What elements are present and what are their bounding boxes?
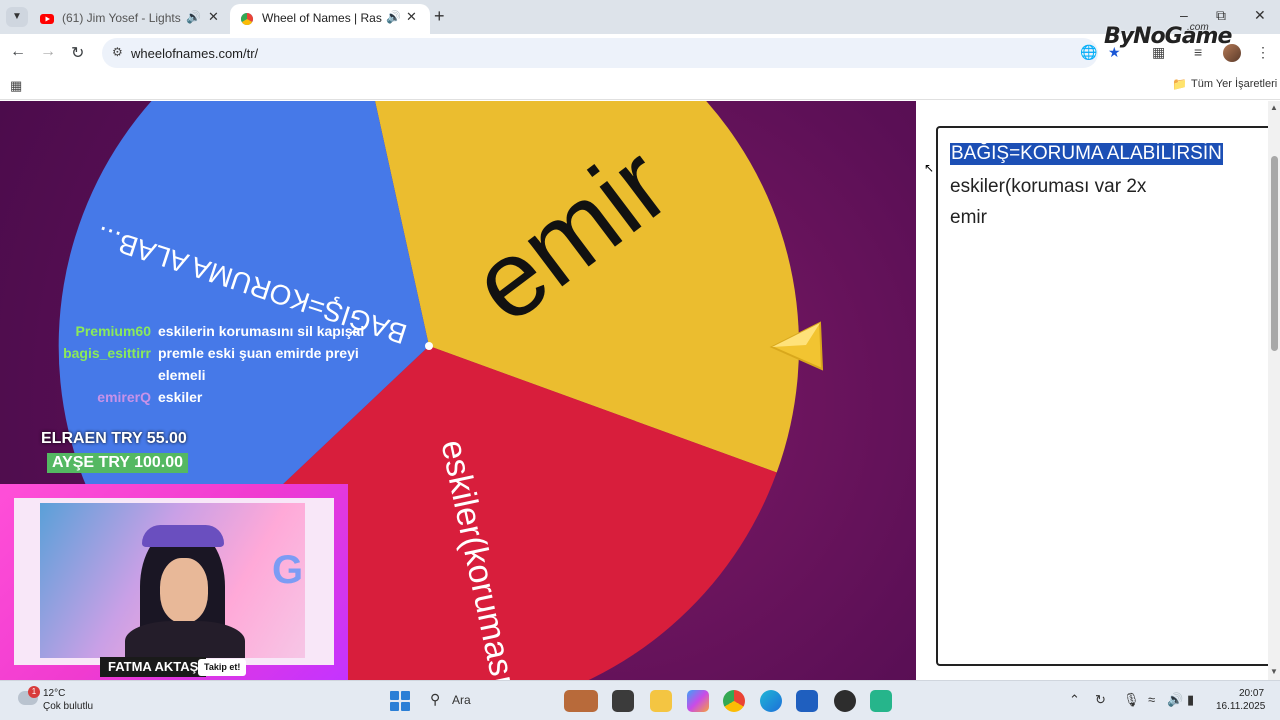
weather-badge: 1 [28, 686, 40, 698]
chat-overlay: Premium60 eskilerin korumasını sil kapış… [0, 323, 380, 411]
tab-wheel-of-names[interactable]: Wheel of Names | Rastgele 🔊 ✕ [230, 4, 430, 34]
chat-message: elemeli [0, 367, 380, 389]
forward-button[interactable]: → [40, 43, 56, 61]
webcam-inner: G [14, 498, 334, 665]
chat-text: eskilerin korumasını sil kapışal [158, 323, 365, 339]
address-bar[interactable]: ⚙ wheelofnames.com/tr/ [102, 38, 1098, 68]
reload-button[interactable]: ↻ [71, 43, 84, 63]
start-logo-tile [401, 691, 410, 700]
streamer-body [125, 621, 245, 658]
url-text: wheelofnames.com/tr/ [131, 46, 259, 61]
wheel-of-names-icon [240, 12, 254, 26]
file-explorer-icon[interactable] [650, 690, 672, 712]
youtube-icon [40, 14, 54, 24]
start-logo-tile [390, 691, 399, 700]
chat-message: Premium60 eskilerin korumasını sil kapış… [0, 323, 380, 345]
tray-overflow-icon[interactable]: ⌃ [1069, 692, 1080, 708]
tab-close-button[interactable]: ✕ [406, 9, 417, 25]
minimize-button[interactable]: – [1180, 7, 1188, 23]
tab-title: Wheel of Names | Rastgele [262, 11, 382, 25]
taskbar-search[interactable]: Ara [452, 693, 471, 707]
start-logo-tile [390, 702, 399, 711]
clock-time[interactable]: 20:07 [1239, 688, 1264, 699]
back-button[interactable]: ← [10, 43, 26, 61]
close-window-button[interactable]: ✕ [1254, 7, 1266, 24]
battery-icon[interactable]: ▮ [1187, 692, 1194, 708]
scrollbar-thumb[interactable] [1271, 156, 1278, 351]
streamer-face [160, 558, 208, 623]
wheel-stage: emir eskiler(koruması BAĞIŞ=KORUMA ALAB.… [0, 101, 916, 680]
taskbar-app-widget[interactable] [564, 690, 598, 712]
weather-description[interactable]: Çok bulutlu [43, 701, 93, 712]
chat-username: emirerQ [97, 389, 151, 405]
start-logo-tile [401, 702, 410, 711]
webcam-frame: G FATMA AKTAŞ Takip et! [0, 484, 348, 680]
tab-close-button[interactable]: ✕ [208, 9, 219, 25]
audio-playing-icon[interactable]: 🔊 [386, 10, 401, 24]
bynogame-logo: ByNoGame [1104, 24, 1232, 49]
wifi-icon[interactable]: ≈ [1148, 692, 1155, 707]
webcam-background-letter: G [272, 548, 304, 592]
mouse-cursor-icon: ↖ [924, 161, 935, 175]
weather-temperature[interactable]: 12°C [43, 688, 65, 699]
chat-text: premle eski şuan emirde preyi [158, 345, 359, 361]
folder-icon: 📁 [1172, 77, 1187, 91]
chat-text: eskiler [158, 389, 203, 405]
edge-icon[interactable] [760, 690, 782, 712]
names-textarea[interactable]: BAĞIŞ=KORUMA ALABİLİRSİN eskiler(korumas… [936, 126, 1272, 666]
restore-button[interactable]: ⧉ [1216, 7, 1226, 24]
donation-alert-highlight: AYŞE TRY 100.00 [47, 453, 189, 473]
store-icon[interactable] [796, 690, 818, 712]
page-scrollbar[interactable]: ▲ ▼ [1268, 101, 1280, 680]
scroll-down-arrow[interactable]: ▼ [1270, 667, 1278, 676]
all-bookmarks-label[interactable]: Tüm Yer İşaretleri [1191, 78, 1277, 90]
chrome-icon[interactable] [723, 690, 745, 712]
webcam-video: G [40, 503, 305, 658]
copilot-icon[interactable] [687, 690, 709, 712]
donation-alert: ELRAEN TRY 55.00 [41, 430, 187, 447]
chat-message: emirerQ eskiler [0, 389, 380, 411]
tab-strip: ▼ (61) Jim Yosef - Lights | Hou 🔊 ✕ Whee… [0, 0, 1280, 34]
name-entry-selected[interactable]: BAĞIŞ=KORUMA ALABİLİRSİN [950, 143, 1223, 165]
streamer-bandana [142, 525, 224, 547]
microphone-icon[interactable]: 🎙 [1123, 692, 1140, 708]
chat-username: Premium60 [75, 323, 151, 339]
name-entry[interactable]: emir [950, 207, 987, 229]
clock-date[interactable]: 16.11.2025 [1216, 701, 1265, 712]
search-icon[interactable]: ⚲ [430, 691, 440, 708]
screen: ▼ (61) Jim Yosef - Lights | Hou 🔊 ✕ Whee… [0, 0, 1280, 720]
taskbar-app-terminal[interactable] [612, 690, 634, 712]
name-entry[interactable]: eskiler(koruması var 2x [950, 176, 1146, 198]
sync-icon[interactable]: ↻ [1095, 692, 1106, 708]
new-tab-button[interactable]: + [434, 6, 445, 27]
scroll-up-arrow[interactable]: ▲ [1270, 103, 1278, 112]
tab-title: (61) Jim Yosef - Lights | Hou [62, 11, 182, 25]
tab-search-button[interactable]: ▼ [6, 7, 28, 27]
bynogame-logo-suffix: .com [1187, 22, 1209, 33]
chat-username: bagis_esittirr [63, 345, 151, 361]
taskbar-app-green[interactable] [870, 690, 892, 712]
menu-icon[interactable]: ⋮ [1256, 44, 1270, 61]
tab-youtube[interactable]: (61) Jim Yosef - Lights | Hou 🔊 ✕ [30, 4, 230, 34]
obs-icon[interactable] [834, 690, 856, 712]
bookmarks-bar: ▦ 📁 Tüm Yer İşaretleri [0, 72, 1280, 100]
translate-icon[interactable]: 🌐 [1080, 44, 1097, 61]
site-info-icon[interactable]: ⚙ [112, 45, 123, 59]
chat-text: elemeli [158, 367, 206, 383]
chat-message: bagis_esittirr premle eski şuan emirde p… [0, 345, 380, 367]
wheel-center-dot [425, 342, 433, 350]
apps-grid-icon[interactable]: ▦ [10, 78, 22, 94]
taskbar: 1 12°C Çok bulutlu ⚲ Ara ⌃ ↻ 🎙 ≈ 🔊 ▮ 20:… [0, 680, 1280, 720]
audio-playing-icon[interactable]: 🔊 [186, 10, 201, 24]
start-button[interactable] [390, 691, 410, 711]
volume-icon[interactable]: 🔊 [1167, 692, 1183, 708]
streamer-name: FATMA AKTAŞ [100, 657, 207, 677]
follow-badge: Takip et! [198, 659, 247, 676]
